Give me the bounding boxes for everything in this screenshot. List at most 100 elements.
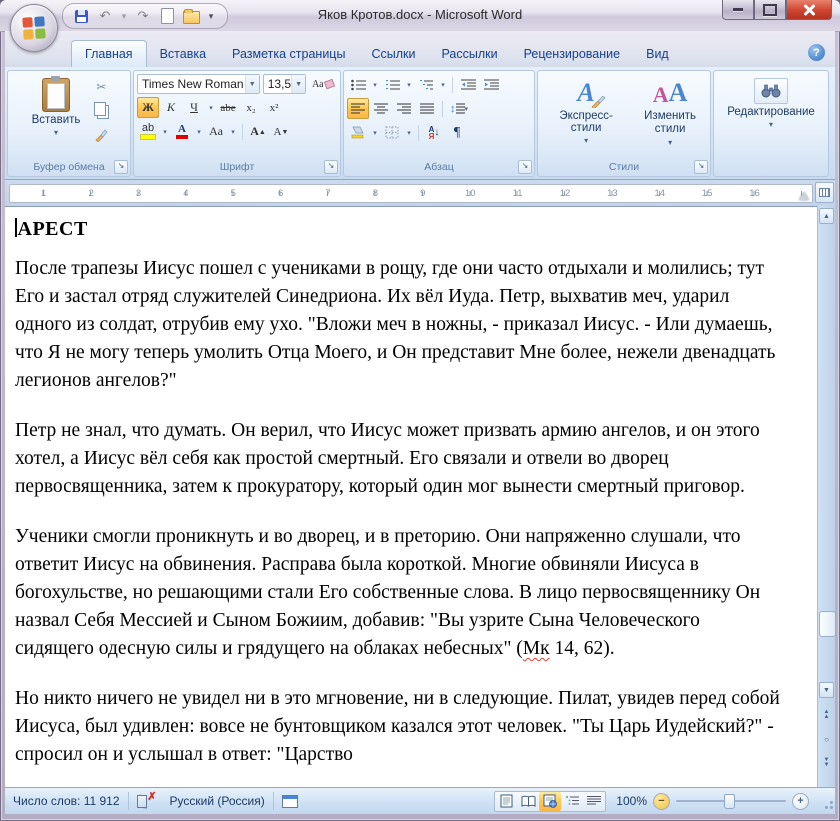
zoom-out-button[interactable]: − [653, 792, 670, 810]
highlight-icon: ab [140, 123, 156, 140]
font-size-combo[interactable]: 13,5 ▼ [262, 74, 307, 94]
select-browse-object-button[interactable]: ○ [819, 732, 834, 746]
line-spacing-button[interactable]: ↕ ▾ [447, 98, 471, 119]
scroll-up-button[interactable]: ▲ [819, 208, 834, 224]
tab-insert[interactable]: Вставка [147, 41, 219, 67]
highlight-dropdown[interactable]: ▾ [160, 121, 170, 142]
tab-references[interactable]: Ссылки [358, 41, 428, 67]
shrink-font-button[interactable]: А ▼ [270, 121, 292, 142]
bullets-button[interactable] [347, 74, 369, 95]
tab-view[interactable]: Вид [633, 41, 682, 67]
shading-button[interactable] [347, 122, 369, 143]
office-button[interactable] [10, 4, 58, 52]
vertical-scrollbar[interactable]: ▲ ▼ ▲ ▲ ○ ▼ ▼ [817, 206, 836, 788]
quick-styles-button[interactable]: А Экспресс-стили ▾ [541, 74, 631, 160]
editing-menu-button[interactable]: Редактирование ▾ [721, 74, 821, 160]
increase-indent-button[interactable] [480, 74, 502, 95]
maximize-button[interactable] [754, 0, 786, 20]
format-painter-button[interactable] [90, 124, 112, 145]
tab-mailings[interactable]: Рассылки [428, 41, 510, 67]
resize-grip[interactable] [821, 799, 833, 811]
borders-button[interactable] [381, 122, 403, 143]
format-painter-icon [95, 129, 108, 142]
copy-button[interactable] [90, 100, 112, 121]
font-color-button[interactable]: А [171, 121, 193, 142]
line-spacing-dropdown-icon: ▾ [464, 105, 469, 113]
web-layout-view-button[interactable] [539, 791, 562, 811]
highlight-button[interactable]: ab [137, 121, 159, 142]
clipboard-dialog-launcher[interactable]: ↘ [114, 160, 128, 174]
subscript-button[interactable]: x₂ [240, 97, 262, 118]
proofing-status[interactable]: ✗ [129, 792, 162, 809]
underline-dropdown[interactable]: ▾ [206, 97, 216, 118]
macro-record-icon [281, 794, 298, 808]
chevron-down-icon: ▼ [291, 75, 306, 93]
styles-dialog-launcher[interactable]: ↘ [694, 160, 708, 174]
tab-review[interactable]: Рецензирование [511, 41, 634, 67]
scrollbar-thumb[interactable] [819, 611, 836, 637]
document-area[interactable]: АРЕСТ После трапезы Иисус пошел с ученик… [5, 206, 835, 788]
window-title: Яков Кротов.docx - Microsoft Word [317, 7, 523, 22]
zoom-slider-thumb[interactable] [724, 794, 735, 809]
ruler-number: 12 [559, 188, 571, 199]
print-layout-view-button[interactable] [495, 792, 517, 811]
next-page-button[interactable]: ▼ ▼ [819, 756, 834, 770]
align-center-button[interactable] [370, 98, 392, 119]
italic-button[interactable]: К [160, 97, 182, 118]
outline-icon [566, 795, 580, 805]
outline-view-button[interactable] [561, 792, 583, 811]
scroll-down-button[interactable]: ▼ [819, 682, 834, 698]
zoom-slider[interactable] [676, 794, 786, 809]
status-bar: Число слов: 11 912 ✗ Русский (Россия) 10… [5, 787, 835, 814]
borders-dropdown[interactable]: ▾ [404, 122, 414, 143]
multilevel-dropdown[interactable]: ▾ [438, 74, 448, 95]
change-case-button[interactable]: Аа [205, 121, 227, 142]
align-right-button[interactable] [393, 98, 415, 119]
paragraph-dialog-launcher[interactable]: ↘ [518, 160, 532, 174]
shading-dropdown[interactable]: ▾ [370, 122, 380, 143]
zoom-in-button[interactable]: + [792, 792, 809, 810]
word-count[interactable]: Число слов: 11 912 [5, 794, 128, 808]
numbering-button[interactable] [381, 74, 403, 95]
fullscreen-reading-icon [521, 795, 536, 807]
numbering-dropdown[interactable]: ▾ [404, 74, 414, 95]
decrease-indent-icon [460, 79, 476, 89]
language-indicator[interactable]: Русский (Россия) [162, 794, 273, 808]
strikethrough-button[interactable]: abe [217, 97, 239, 118]
font-color-dropdown[interactable]: ▾ [194, 121, 204, 142]
justify-button[interactable] [416, 98, 438, 119]
align-left-button[interactable] [347, 98, 369, 119]
superscript-button[interactable]: x² [263, 97, 285, 118]
tab-home[interactable]: Главная [71, 40, 147, 67]
ruler-number: 7 [325, 188, 331, 199]
cut-button[interactable]: ✂ [90, 76, 112, 97]
horizontal-ruler[interactable]: 1 2 3 4 5 6 7 8 9 10 11 12 13 14 15 16 [9, 184, 813, 203]
change-styles-button[interactable]: АА Изменить стили ▾ [633, 74, 707, 160]
ruler-toggle-button[interactable] [815, 182, 834, 203]
tab-page-layout[interactable]: Разметка страницы [219, 41, 358, 67]
clear-formatting-button[interactable]: Аа [309, 75, 337, 94]
bullets-dropdown[interactable]: ▾ [370, 74, 380, 95]
sort-button[interactable]: АЯ ↓ [423, 122, 445, 143]
font-name-combo[interactable]: Times New Roman ▼ [137, 74, 260, 94]
font-dialog-launcher[interactable]: ↘ [324, 160, 338, 174]
decrease-indent-button[interactable] [457, 74, 479, 95]
multilevel-list-button[interactable] [415, 74, 437, 95]
ruler-strip: 1 2 3 4 5 6 7 8 9 10 11 12 13 14 15 16 [5, 180, 835, 206]
paste-button[interactable]: Вставить ▾ [26, 74, 87, 160]
draft-view-button[interactable] [583, 792, 605, 811]
right-indent-marker[interactable] [799, 192, 809, 200]
minimize-button[interactable] [722, 0, 754, 20]
fullscreen-reading-view-button[interactable] [517, 792, 539, 811]
close-button[interactable] [786, 0, 832, 20]
macro-record-button[interactable] [274, 794, 306, 808]
bold-button[interactable]: Ж [137, 97, 159, 118]
zoom-level[interactable]: 100% [616, 794, 647, 808]
grow-font-button[interactable]: А ▲ [247, 121, 269, 142]
underline-button[interactable]: Ч [183, 97, 205, 118]
show-paragraph-marks-button[interactable]: ¶ [446, 122, 468, 143]
view-shortcuts [494, 790, 607, 812]
change-case-dropdown[interactable]: ▾ [228, 121, 238, 142]
help-button[interactable]: ? [808, 44, 825, 61]
previous-page-button[interactable]: ▲ ▲ [819, 708, 834, 722]
